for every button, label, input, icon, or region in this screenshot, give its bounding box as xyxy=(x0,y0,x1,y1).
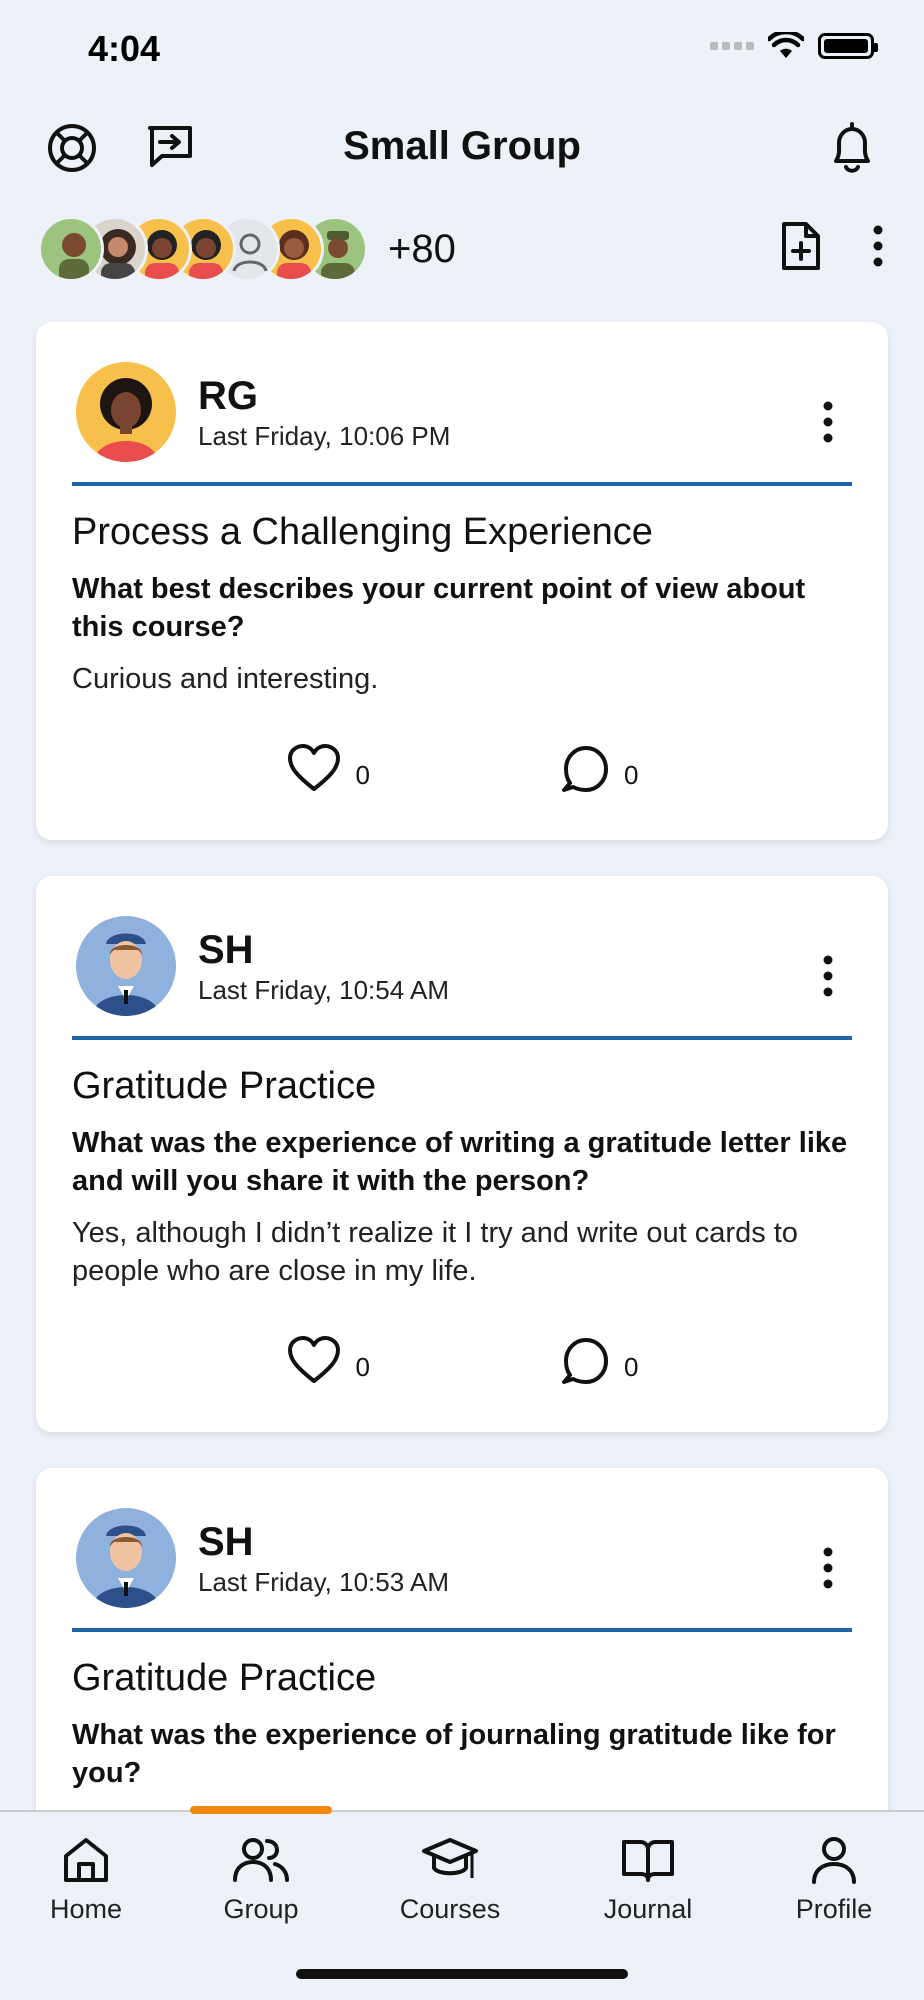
divider xyxy=(72,1628,852,1632)
comment-icon xyxy=(562,746,608,792)
wifi-icon xyxy=(768,32,804,58)
nav-label: Profile xyxy=(795,1894,873,1924)
status-time: 4:04 xyxy=(88,28,161,69)
post-title: Process a Challenging Experience xyxy=(72,511,653,553)
nav-label: Courses xyxy=(399,1894,501,1924)
member-count: +80 xyxy=(388,226,456,271)
author-name: RG xyxy=(198,373,258,418)
author-avatar xyxy=(76,1508,176,1608)
like-count: 0 xyxy=(355,1352,370,1382)
battery-icon xyxy=(818,33,878,59)
more-options-icon[interactable] xyxy=(872,224,884,268)
home-indicator[interactable] xyxy=(296,1969,628,1979)
post-question: What best describes your current point o… xyxy=(72,573,806,643)
post-time: Last Friday, 10:53 AM xyxy=(198,1566,449,1597)
group-icon xyxy=(233,1838,289,1882)
post-options-icon[interactable] xyxy=(808,392,848,452)
post-time: Last Friday, 10:06 PM xyxy=(198,420,451,451)
author-name: SH xyxy=(198,927,254,972)
nav-item-home[interactable]: Home xyxy=(11,1834,161,1925)
post-time: Last Friday, 10:54 AM xyxy=(198,974,449,1005)
divider xyxy=(72,1036,852,1040)
nav-item-group[interactable]: Group xyxy=(186,1834,336,1925)
active-tab-indicator xyxy=(190,1806,332,1814)
divider xyxy=(72,482,852,486)
post-options-icon[interactable] xyxy=(808,946,848,1006)
post-question: What was the experience of journaling gr… xyxy=(72,1719,836,1789)
author-avatar xyxy=(76,916,176,1016)
nav-item-journal[interactable]: Journal xyxy=(573,1834,723,1925)
post-header: RG Last Friday, 10:06 PM xyxy=(72,362,852,462)
members-actions xyxy=(778,220,884,272)
avatar xyxy=(38,216,104,282)
author-avatar xyxy=(76,362,176,462)
like-button[interactable]: 0 xyxy=(286,743,370,793)
post-card[interactable]: SH Last Friday, 10:54 AM Gratitude Pract… xyxy=(36,876,888,1432)
bell-icon[interactable] xyxy=(822,118,882,178)
author-name: SH xyxy=(198,1519,254,1564)
post-answer: Curious and interesting. xyxy=(72,663,379,695)
post-title: Gratitude Practice xyxy=(72,1065,377,1107)
post-actions: 0 0 xyxy=(72,738,852,798)
comment-count: 0 xyxy=(624,760,639,790)
add-file-icon[interactable] xyxy=(778,220,824,272)
header: Small Group xyxy=(0,108,924,190)
signal-icon xyxy=(710,42,754,50)
group-members[interactable]: +80 xyxy=(38,214,456,284)
post-header: SH Last Friday, 10:54 AM xyxy=(72,916,852,1016)
book-open-icon xyxy=(622,1840,674,1882)
comment-icon xyxy=(562,1338,608,1384)
heart-icon xyxy=(287,1336,340,1383)
post-feed: RG Last Friday, 10:06 PM Process a Chall… xyxy=(36,322,888,2000)
status-bar: 4:04 xyxy=(0,0,924,100)
like-button[interactable]: 0 xyxy=(286,1335,370,1385)
post-options-icon[interactable] xyxy=(808,1538,848,1598)
comment-count: 0 xyxy=(624,1352,639,1382)
post-card[interactable]: RG Last Friday, 10:06 PM Process a Chall… xyxy=(36,322,888,840)
nav-label: Journal xyxy=(603,1894,693,1924)
page-title: Small Group xyxy=(343,124,581,168)
nav-item-profile[interactable]: Profile xyxy=(759,1834,909,1925)
post-title: Gratitude Practice xyxy=(72,1657,377,1699)
post-question: What was the experience of writing a gra… xyxy=(72,1127,848,1197)
nav-label: Home xyxy=(49,1894,123,1924)
nav-label: Group xyxy=(223,1894,299,1924)
user-icon xyxy=(812,1837,856,1884)
comment-button[interactable]: 0 xyxy=(560,743,638,793)
status-icons xyxy=(710,32,878,60)
post-answer: Yes, although I didn’t realize it I try … xyxy=(72,1217,798,1287)
like-count: 0 xyxy=(355,760,370,790)
home-icon xyxy=(64,1838,108,1882)
post-header: SH Last Friday, 10:53 AM xyxy=(72,1508,852,1608)
comment-button[interactable]: 0 xyxy=(560,1335,638,1385)
post-actions: 0 0 xyxy=(72,1330,852,1390)
graduation-cap-icon xyxy=(422,1838,478,1878)
nav-item-courses[interactable]: Courses xyxy=(375,1834,525,1925)
heart-icon xyxy=(287,744,340,791)
